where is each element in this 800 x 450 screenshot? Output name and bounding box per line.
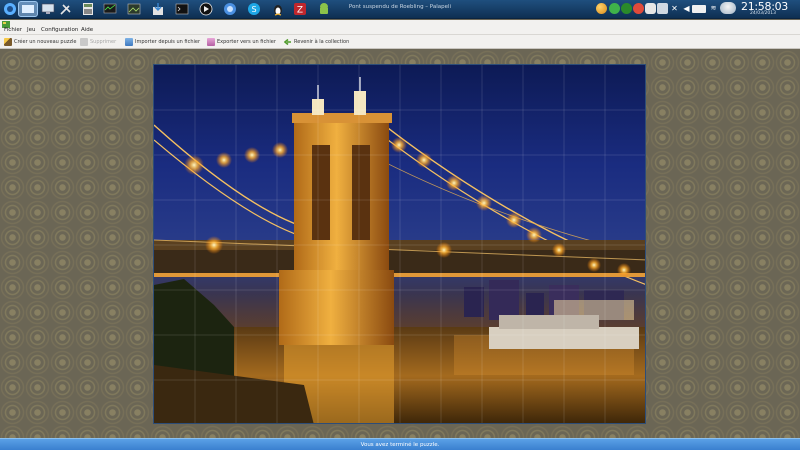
back-arrow-icon	[283, 38, 292, 46]
desktop-pager-icon[interactable]	[18, 1, 38, 17]
menu-fichier[interactable]: Fichier	[4, 27, 22, 33]
menu-jeu[interactable]: Jeu	[27, 27, 36, 33]
calculator-icon[interactable]	[80, 1, 96, 17]
delete-icon	[80, 38, 88, 46]
delete-button[interactable]: Supprimer	[80, 37, 116, 47]
kde-menu-icon[interactable]	[2, 1, 18, 17]
taskbar: S Z Pont suspendu de Roebling – Palapeli…	[0, 0, 800, 19]
media-player-icon[interactable]	[198, 1, 214, 17]
export-button[interactable]: Exporter vers un fichier	[207, 37, 276, 47]
create-puzzle-button[interactable]: Créer un nouveau puzzle	[4, 37, 76, 47]
kde-connect-icon[interactable]	[609, 3, 620, 14]
bluetooth-icon[interactable]: ✕	[669, 3, 680, 14]
create-puzzle-label: Créer un nouveau puzzle	[14, 39, 77, 45]
chat-icon[interactable]	[645, 3, 656, 14]
wifi-icon[interactable]: ≋	[708, 3, 719, 14]
web-browser-icon[interactable]	[222, 1, 238, 17]
import-icon	[125, 38, 133, 46]
weather-moon-icon[interactable]	[596, 3, 607, 14]
statusbar: Vous avez terminé le puzzle.	[0, 438, 800, 450]
import-label: Importer depuis un fichier	[135, 39, 201, 45]
menubar: Fichier Jeu Configuration Aide	[0, 20, 800, 35]
power-icon[interactable]	[621, 3, 632, 14]
bridge-night-photo	[154, 65, 645, 423]
export-icon	[207, 38, 215, 46]
graphics-viewer-icon[interactable]	[126, 1, 142, 17]
delete-label: Supprimer	[90, 39, 117, 45]
window-title: Pont suspendu de Roebling – Palapeli	[348, 4, 452, 10]
skype-icon[interactable]: S	[246, 1, 262, 17]
back-to-collection-button[interactable]: Revenir à la collection	[283, 37, 350, 47]
menu-configuration[interactable]: Configuration	[41, 27, 78, 33]
menu-aide[interactable]: Aide	[81, 27, 93, 33]
package-installer-icon[interactable]	[150, 1, 166, 17]
volume-icon[interactable]: ◀	[681, 3, 692, 14]
completed-puzzle-image[interactable]	[153, 64, 646, 424]
computer-icon[interactable]	[40, 1, 56, 17]
export-label: Exporter vers un fichier	[217, 39, 276, 45]
battery-icon[interactable]	[692, 5, 706, 13]
system-monitor-icon[interactable]	[102, 1, 118, 17]
network-warning-icon[interactable]	[633, 3, 644, 14]
back-to-collection-label: Revenir à la collection	[294, 39, 350, 45]
settings-tools-icon[interactable]	[58, 1, 74, 17]
clipboard-icon[interactable]	[657, 3, 668, 14]
toolbar: Créer un nouveau puzzle Supprimer Import…	[0, 35, 800, 49]
import-button[interactable]: Importer depuis un fichier	[125, 37, 200, 47]
svg-text:S: S	[251, 5, 256, 14]
terminal-icon[interactable]	[174, 1, 190, 17]
wand-icon	[4, 38, 12, 46]
status-message: Vous avez terminé le puzzle.	[360, 441, 440, 448]
clock-date[interactable]: 24/03/2013	[745, 11, 781, 16]
weather-cloud-icon[interactable]	[720, 2, 736, 14]
